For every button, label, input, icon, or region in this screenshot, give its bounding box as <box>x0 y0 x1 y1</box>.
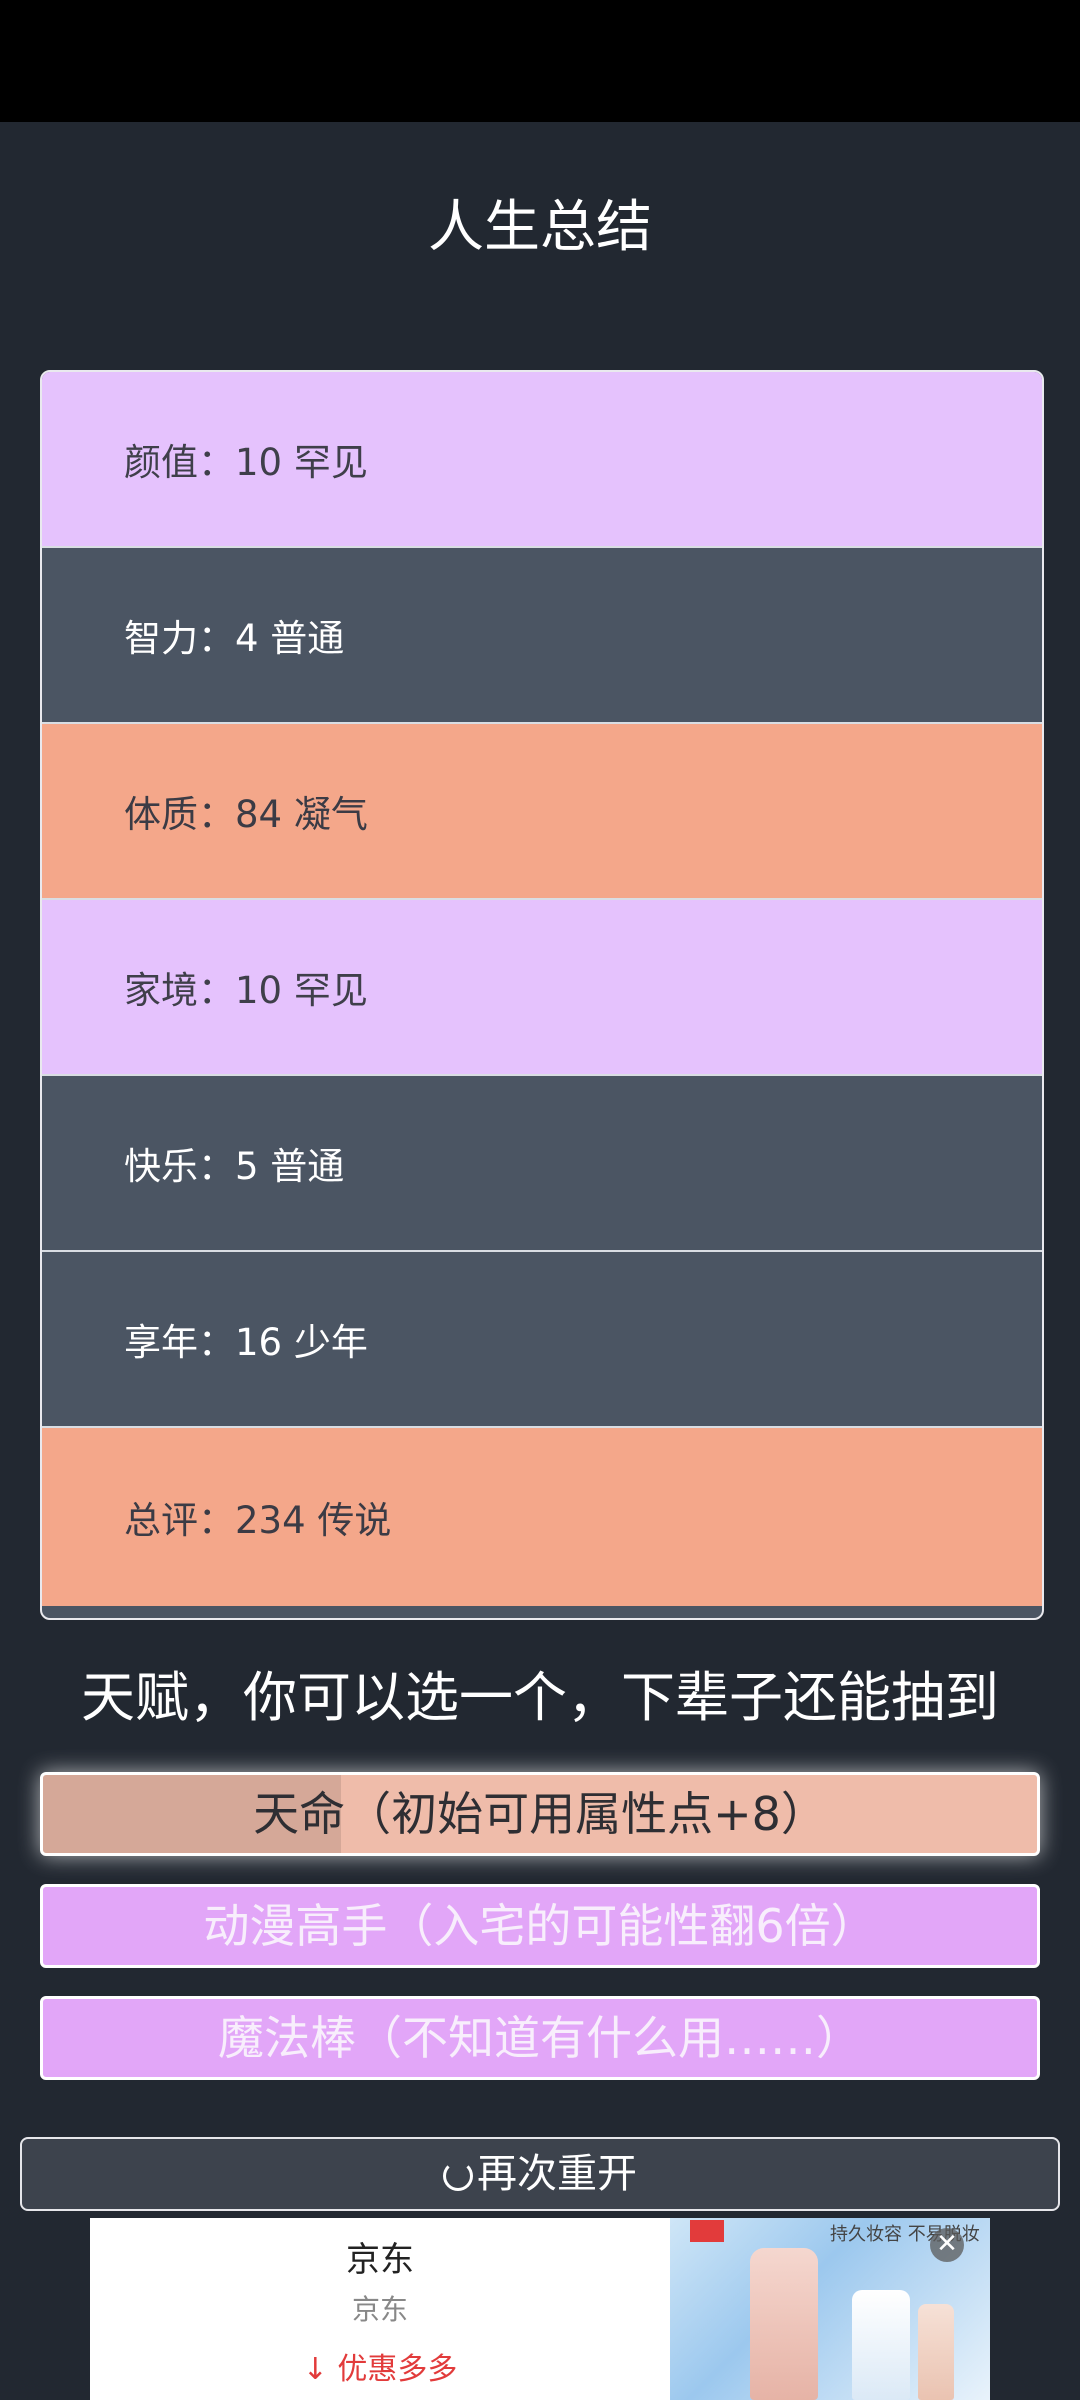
ad-cta[interactable]: ↓ 优惠多多 <box>90 2344 670 2388</box>
ad-brand: 京东 <box>346 2240 414 2280</box>
stat-row-family: 家境：10 罕见 <box>42 900 1042 1076</box>
talent-option-magic-wand[interactable]: 魔法棒（不知道有什么用……） <box>40 1996 1040 2080</box>
ad-product-image[interactable]: 持久妆容 不易脱妆 ✕ <box>670 2218 990 2400</box>
stat-row-overall: 总评：234 传说 <box>42 1428 1042 1606</box>
ad-bottle-small <box>918 2304 954 2400</box>
ad-bottle-blue <box>852 2290 910 2400</box>
stat-row-lifespan: 享年：16 少年 <box>42 1252 1042 1428</box>
close-icon[interactable]: ✕ <box>930 2228 964 2262</box>
talent-heading: 天赋，你可以选一个，下辈子还能抽到 <box>81 1666 999 1729</box>
page-title: 人生总结 <box>428 195 652 260</box>
ad-banner[interactable]: 京东 京东 ↓ 优惠多多 持久妆容 不易脱妆 ✕ <box>90 2218 990 2400</box>
stat-row-intelligence: 智力：4 普通 <box>42 548 1042 724</box>
life-summary-card: 颜值：10 罕见 智力：4 普通 体质：84 凝气 家境：10 罕见 快乐：5 … <box>40 370 1044 1620</box>
restart-button[interactable]: 再次重开 <box>20 2137 1060 2211</box>
stat-row-happiness: 快乐：5 普通 <box>42 1076 1042 1252</box>
status-bar <box>0 0 1080 122</box>
talent-option-anime-master[interactable]: 动漫高手（入宅的可能性翻6倍） <box>40 1884 1040 1968</box>
ad-bottle-pink <box>750 2248 818 2400</box>
stat-row-appearance: 颜值：10 罕见 <box>42 372 1042 548</box>
stat-row-constitution: 体质：84 凝气 <box>42 724 1042 900</box>
ad-logo-tag <box>690 2220 724 2242</box>
talent-option-destiny[interactable]: 天命（初始可用属性点+8） <box>40 1772 1040 1856</box>
refresh-icon <box>443 2161 473 2191</box>
ad-subtitle: 京东 <box>351 2293 408 2326</box>
restart-label: 再次重开 <box>477 2151 637 2197</box>
